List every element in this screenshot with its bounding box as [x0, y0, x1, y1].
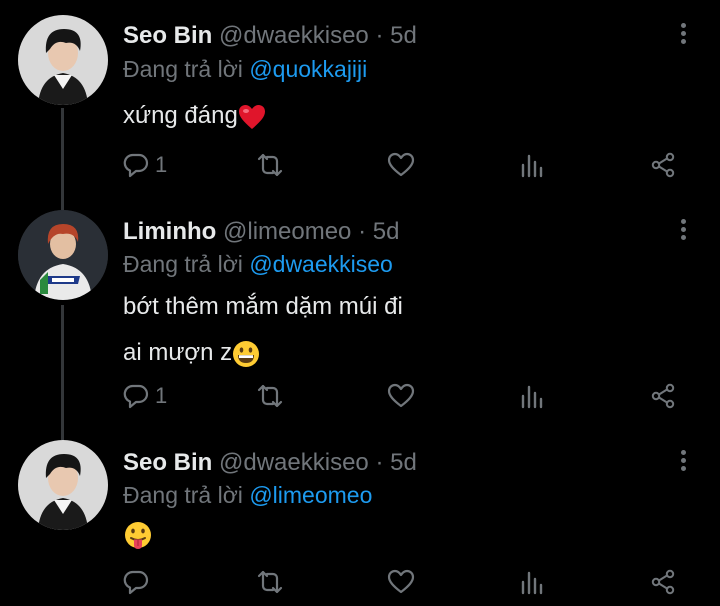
grinning-face-icon [233, 340, 260, 367]
like-button[interactable] [387, 562, 415, 602]
replying-to: Đang trả lời @dwaekkiseo [123, 251, 393, 278]
profile-photo-icon [18, 440, 108, 530]
share-button[interactable] [650, 376, 676, 416]
heart-icon [387, 383, 415, 408]
action-bar: 1 [0, 376, 720, 416]
separator: · [358, 218, 367, 245]
replying-to-label: Đang trả lời [123, 482, 243, 508]
tweet-text-line: ai mượn z [123, 339, 233, 366]
retweet-icon [257, 570, 283, 594]
retweet-button[interactable] [255, 376, 285, 416]
avatar[interactable] [18, 440, 108, 530]
profile-photo-icon [18, 210, 108, 300]
more-options-icon[interactable] [676, 217, 690, 245]
mention-link[interactable]: @quokkajiji [249, 56, 367, 82]
retweet-button[interactable] [255, 562, 285, 602]
reply-count: 1 [155, 383, 168, 408]
views-button[interactable] [520, 562, 544, 602]
handle[interactable]: @limeomeo [223, 218, 351, 245]
analytics-icon [521, 154, 543, 178]
reply-icon [123, 153, 149, 178]
analytics-icon [521, 571, 543, 595]
display-name[interactable]: Seo Bin [123, 449, 212, 476]
tweet-header: Liminho @limeomeo · 5d [123, 218, 399, 246]
tweet-text-line: bớt thêm mắm dặm múi đi [123, 293, 403, 320]
tweet-header: Seo Bin @dwaekkiseo · 5d [123, 449, 417, 477]
retweet-icon [257, 153, 283, 177]
replying-to-label: Đang trả lời [123, 251, 243, 277]
tweet-2[interactable]: Liminho @limeomeo · 5d Đang trả lời @dwa… [0, 200, 720, 432]
tweet-text [123, 512, 153, 558]
timestamp[interactable]: 5d [390, 449, 417, 476]
red-heart-icon [238, 104, 265, 129]
heart-icon [387, 152, 415, 177]
mention-link[interactable]: @limeomeo [249, 482, 372, 508]
share-icon [651, 383, 675, 409]
tweet-header: Seo Bin @dwaekkiseo · 5d [123, 22, 417, 50]
replying-to-label: Đang trả lời [123, 56, 243, 82]
analytics-icon [521, 385, 543, 409]
share-icon [651, 152, 675, 178]
replying-to: Đang trả lời @quokkajiji [123, 56, 367, 83]
reply-button[interactable]: 1 [123, 376, 167, 416]
replying-to: Đang trả lời @limeomeo [123, 482, 372, 509]
timestamp[interactable]: 5d [390, 22, 417, 49]
reply-icon [123, 570, 149, 595]
avatar[interactable] [18, 15, 108, 105]
separator: · [375, 22, 384, 49]
more-options-icon[interactable] [676, 448, 690, 476]
separator: · [375, 449, 384, 476]
share-button[interactable] [650, 562, 676, 602]
reply-button[interactable] [123, 562, 155, 602]
handle[interactable]: @dwaekkiseo [219, 22, 369, 49]
more-options-icon[interactable] [676, 21, 690, 49]
tweet-text: bớt thêm mắm dặm múi đi ai mượn z [123, 284, 403, 376]
share-button[interactable] [650, 145, 676, 185]
views-button[interactable] [520, 376, 544, 416]
timestamp[interactable]: 5d [373, 218, 400, 245]
like-button[interactable] [387, 376, 415, 416]
profile-photo-icon [18, 15, 108, 105]
tweet-3[interactable]: Seo Bin @dwaekkiseo · 5d Đang trả lời @l… [0, 432, 720, 606]
like-button[interactable] [387, 145, 415, 185]
tweet-text-line: xứng đáng [123, 102, 238, 129]
tweet-text: xứng đáng [123, 93, 266, 139]
display-name[interactable]: Liminho [123, 218, 216, 245]
handle[interactable]: @dwaekkiseo [219, 449, 369, 476]
reply-icon [123, 384, 149, 409]
reply-count: 1 [155, 152, 168, 177]
views-button[interactable] [520, 145, 544, 185]
avatar[interactable] [18, 210, 108, 300]
face-with-tongue-icon [125, 521, 151, 549]
retweet-button[interactable] [255, 145, 285, 185]
retweet-icon [257, 384, 283, 408]
action-bar [0, 562, 720, 602]
display-name[interactable]: Seo Bin [123, 22, 212, 49]
heart-icon [387, 569, 415, 594]
action-bar: 1 [0, 145, 720, 185]
mention-link[interactable]: @dwaekkiseo [249, 251, 393, 277]
reply-button[interactable]: 1 [123, 145, 167, 185]
share-icon [651, 569, 675, 595]
tweet-1[interactable]: Seo Bin @dwaekkiseo · 5d Đang trả lời @q… [0, 0, 720, 200]
